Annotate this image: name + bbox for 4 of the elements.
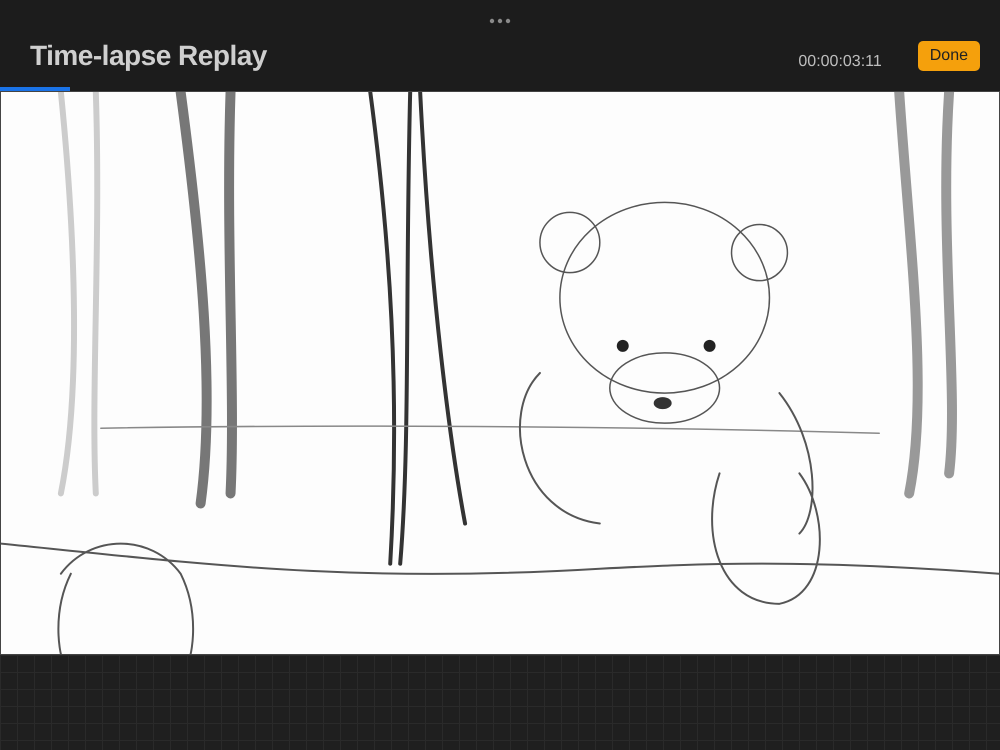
done-button[interactable]: Done <box>918 40 980 70</box>
screen-title: Time-lapse Replay <box>30 40 268 72</box>
more-icon[interactable] <box>489 18 511 24</box>
elapsed-time: 00:00:03:11 <box>798 52 882 70</box>
